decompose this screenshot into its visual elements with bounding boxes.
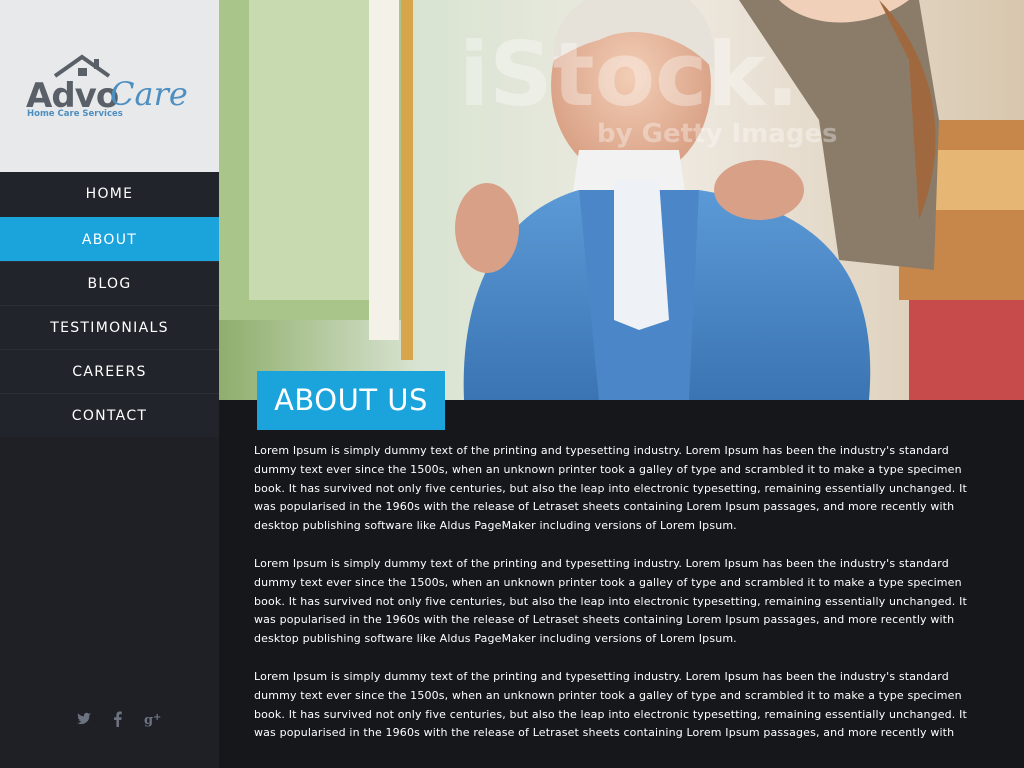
logo-tagline: Home Care Services <box>27 109 123 119</box>
nav-item-about[interactable]: ABOUT <box>0 217 219 261</box>
social-links: g + <box>76 708 161 730</box>
paragraph: Lorem Ipsum is simply dummy text of the … <box>254 557 967 646</box>
watermark-subtext: by Getty Images <box>597 119 837 149</box>
main-nav: HOME ABOUT BLOG TESTIMONIALS CAREERS CON… <box>0 172 219 437</box>
sidebar: Advo Care Home Care Services HOME ABOUT … <box>0 0 219 768</box>
watermark-text: iStock. <box>459 23 799 126</box>
nav-item-blog[interactable]: BLOG <box>0 261 219 305</box>
nav-item-home[interactable]: HOME <box>0 172 219 217</box>
svg-text:+: + <box>153 712 161 723</box>
hero-image: iStock. by Getty Images <box>219 0 1024 400</box>
facebook-icon[interactable] <box>110 711 126 727</box>
page-title: ABOUT US <box>257 371 445 430</box>
advocare-logo[interactable]: Advo Care Home Care Services <box>22 52 197 122</box>
twitter-icon[interactable] <box>76 711 92 727</box>
nav-item-contact[interactable]: CONTACT <box>0 393 219 437</box>
paragraph: Lorem Ipsum is simply dummy text of the … <box>254 444 967 533</box>
google-plus-icon[interactable]: g + <box>144 711 161 728</box>
svg-text:g: g <box>144 713 153 727</box>
paragraph: Lorem Ipsum is simply dummy text of the … <box>254 670 967 740</box>
logo-text-care: Care <box>110 75 188 113</box>
logo-area[interactable]: Advo Care Home Care Services <box>0 0 219 172</box>
nav-item-testimonials[interactable]: TESTIMONIALS <box>0 305 219 349</box>
nav-item-careers[interactable]: CAREERS <box>0 349 219 393</box>
